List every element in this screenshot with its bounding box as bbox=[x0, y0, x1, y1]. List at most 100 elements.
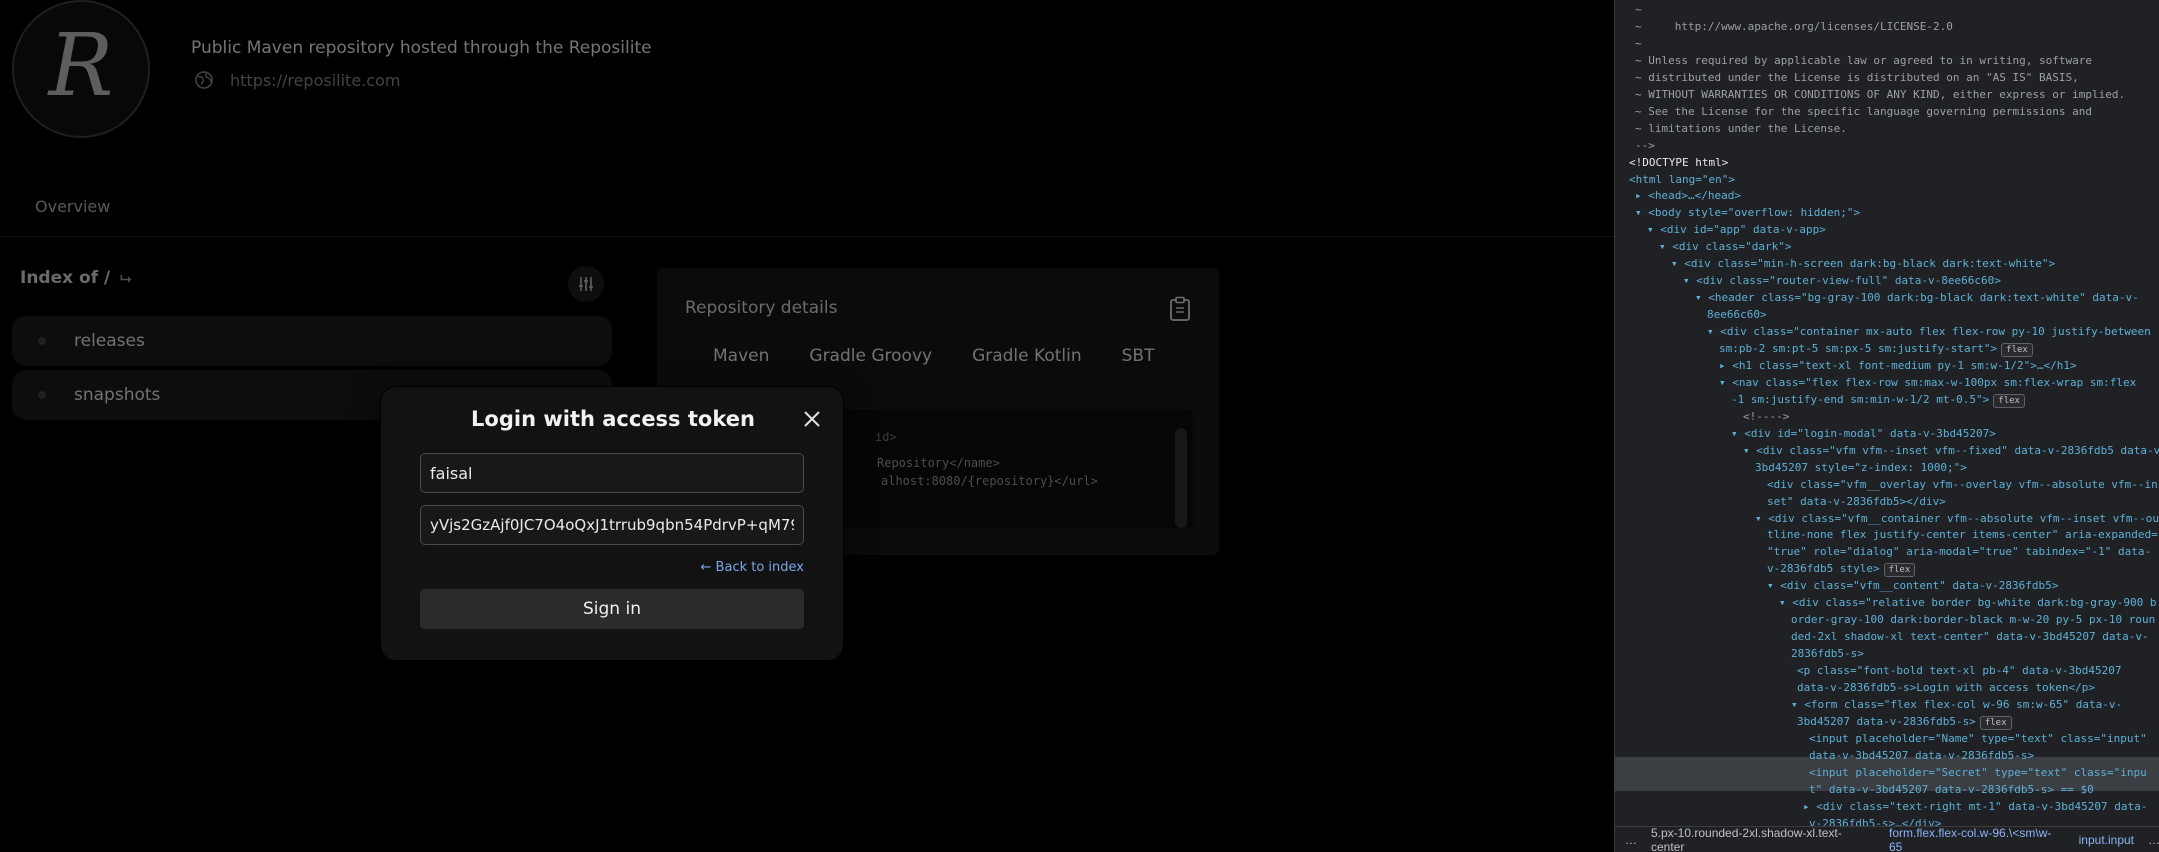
dom-tree-line[interactable]: order-gray-100 dark:border-black m-w-20 … bbox=[1791, 612, 2155, 628]
dom-tree-line[interactable]: t" data-v-3bd45207 data-v-2836fdb5-s> ==… bbox=[1809, 782, 2094, 798]
dom-tree-line[interactable]: ▾ <div id="app" data-v-app> bbox=[1647, 222, 1826, 238]
dom-tree-line-text: set" data-v-2836fdb5></div> bbox=[1767, 494, 1946, 508]
dom-tree-line-text: ~ WITHOUT WARRANTIES OR CONDITIONS OF AN… bbox=[1635, 87, 2126, 101]
reposilite-app: R Public Maven repository hosted through… bbox=[0, 0, 1614, 852]
dom-tree-line[interactable]: ▾ <div class="relative border bg-white d… bbox=[1779, 595, 2157, 611]
dom-tree-line[interactable]: "true" role="dialog" aria-modal="true" t… bbox=[1767, 544, 2151, 560]
dom-tree-line[interactable]: ▾ <nav class="flex flex-row sm:max-w-100… bbox=[1719, 375, 2136, 391]
dom-tree-line[interactable]: ▾ <div class="vfm__container vfm--absolu… bbox=[1755, 511, 2159, 527]
close-icon[interactable] bbox=[802, 409, 822, 429]
dom-tree-line-text: ▸ <h1 class="text-xl font-medium py-1 sm… bbox=[1719, 358, 2077, 372]
dom-tree-line[interactable]: ▾ <div class="vfm vfm--inset vfm--fixed"… bbox=[1743, 443, 2159, 459]
breadcrumb-form[interactable]: form.flex.flex-col.w-96.\<sm\w-65 bbox=[1889, 826, 2065, 852]
dom-tree-line-text: sm:pb-2 sm:pt-5 sm:px-5 sm:justify-start… bbox=[1719, 342, 1998, 355]
dom-tree-line-text: ▸ <head>…</head> bbox=[1635, 189, 1741, 203]
dom-tree-line-text: ▾ <div class="dark"> bbox=[1659, 240, 1792, 254]
dom-tree-line[interactable]: <!DOCTYPE html> bbox=[1629, 155, 1728, 171]
dom-tree-line[interactable]: ▾ <form class="flex flex-col w-96 sm:w-6… bbox=[1791, 697, 2122, 713]
dom-tree-line[interactable]: ▾ <body style="overflow: hidden;"> bbox=[1635, 205, 1860, 221]
dom-tree-line[interactable]: ▸ <head>…</head> bbox=[1635, 188, 1741, 204]
dom-tree-line[interactable]: ▾ <div class="router-view-full" data-v-8… bbox=[1683, 273, 2001, 289]
devtools-breadcrumb: … 5.px-10.rounded-2xl.shadow-xl.text-cen… bbox=[1615, 826, 2159, 852]
dom-tree-line-text: 3bd45207 data-v-2836fdb5-s> bbox=[1797, 714, 1976, 728]
dom-tree-line-text: ▸ <div class="text-right mt-1" data-v-3b… bbox=[1803, 799, 2148, 813]
flex-badge[interactable]: flex bbox=[1993, 393, 2025, 408]
modal-title: Login with access token bbox=[471, 407, 755, 431]
breadcrumb-more[interactable]: … bbox=[1625, 833, 1637, 847]
dom-tree-line-text: ▾ <div id="app" data-v-app> bbox=[1647, 223, 1826, 237]
dom-tree-line-text: order-gray-100 dark:border-black m-w-20 … bbox=[1791, 613, 2156, 627]
breadcrumb-input[interactable]: input.input bbox=[2079, 833, 2134, 847]
secret-input[interactable] bbox=[420, 505, 804, 545]
dom-tree-line[interactable]: ▸ <h1 class="text-xl font-medium py-1 sm… bbox=[1719, 358, 2077, 374]
dom-tree-line[interactable]: 8ee66c60> bbox=[1707, 307, 1767, 323]
flex-badge[interactable]: flex bbox=[1979, 715, 2012, 730]
dom-tree-line[interactable]: <!----> bbox=[1743, 409, 1789, 425]
dom-tree-line[interactable]: ▾ <div class="vfm__content" data-v-2836f… bbox=[1767, 578, 2058, 594]
dom-tree-line[interactable]: ▾ <div id="login-modal" data-v-3bd45207> bbox=[1731, 426, 1996, 442]
flex-badge[interactable]: flex bbox=[1883, 563, 1916, 578]
flex-badge[interactable]: flex bbox=[2001, 343, 2033, 357]
dom-tree-line[interactable]: data-v-2836fdb5-s>Login with access toke… bbox=[1797, 680, 2095, 696]
breadcrumb-modal-div[interactable]: 5.px-10.rounded-2xl.shadow-xl.text-cente… bbox=[1651, 826, 1875, 852]
devtools-panel: ~ ~ http://www.apache.org/licenses/LICENS… bbox=[1614, 0, 2159, 852]
dom-tree-line[interactable]: ~ distributed under the License is distr… bbox=[1635, 70, 2079, 86]
dom-tree-line[interactable]: ▾ <header class="bg-gray-100 dark:bg-bla… bbox=[1695, 290, 2139, 306]
dom-tree-line[interactable]: <html lang="en"> bbox=[1629, 172, 1735, 188]
dom-tree-line[interactable]: <p class="font-bold text-xl pb-4" data-v… bbox=[1797, 663, 2122, 679]
dom-tree-line[interactable]: ~ See the License for the specific langu… bbox=[1635, 104, 2092, 120]
back-to-index-link[interactable]: ← Back to index bbox=[701, 560, 804, 575]
dom-tree-line[interactable]: v-2836fdb5-s>…</div> bbox=[1809, 816, 1941, 826]
dom-tree-line[interactable]: <input placeholder="Name" type="text" cl… bbox=[1809, 731, 2147, 747]
dom-tree-line-text: v-2836fdb5 style> bbox=[1767, 562, 1880, 576]
dom-tree-line-text: ~ See the License for the specific langu… bbox=[1635, 104, 2092, 118]
dom-tree-line[interactable]: 3bd45207 style="z-index: 1000;"> bbox=[1755, 460, 1967, 476]
dom-tree-line[interactable]: ~ http://www.apache.org/licenses/LICENSE… bbox=[1635, 19, 1953, 35]
dom-tree-line[interactable]: ▾ <div class="dark"> bbox=[1659, 239, 1791, 255]
dom-tree-line[interactable]: <input placeholder="Secret" type="text" … bbox=[1809, 765, 2147, 781]
dom-tree-line-text: data-v-2836fdb5-s>Login with access toke… bbox=[1797, 681, 2096, 694]
dom-tree-line-text: ▾ <div class="vfm vfm--inset vfm--fixed"… bbox=[1743, 443, 2159, 457]
dom-tree-line[interactable]: 3bd45207 data-v-2836fdb5-s> flex bbox=[1797, 714, 2012, 730]
dom-tree-line[interactable]: ~ WITHOUT WARRANTIES OR CONDITIONS OF AN… bbox=[1635, 87, 2125, 103]
dom-tree-line[interactable]: ▾ <div class="container mx-auto flex fle… bbox=[1707, 324, 2151, 340]
dom-tree-line[interactable]: --> bbox=[1635, 138, 1655, 154]
dom-tree-line-text: 3bd45207 style="z-index: 1000;"> bbox=[1755, 460, 1967, 474]
dom-tree-line[interactable]: v-2836fdb5 style> flex bbox=[1767, 561, 1916, 578]
dom-tree-line-text: "true" role="dialog" aria-modal="true" t… bbox=[1767, 545, 2152, 559]
dom-tree-line[interactable]: ▸ <div class="text-right mt-1" data-v-3b… bbox=[1803, 799, 2147, 815]
dom-tree-line[interactable]: ~ limitations under the License. bbox=[1635, 121, 1847, 137]
dom-tree-line-text: <p class="font-bold text-xl pb-4" data-v… bbox=[1797, 664, 2122, 678]
dom-tree-line[interactable]: data-v-3bd45207 data-v-2836fdb5-s> bbox=[1809, 748, 2034, 764]
dom-tree-line[interactable]: ~ Unless required by applicable law or a… bbox=[1635, 53, 2092, 69]
dom-tree-line-text: ▾ <div class="vfm__content" data-v-2836f… bbox=[1767, 579, 2059, 593]
dom-tree-line-text: ~ bbox=[1635, 3, 1642, 16]
sign-in-button[interactable]: Sign in bbox=[420, 589, 804, 629]
dom-tree-line-text: ▾ <div id="login-modal" data-v-3bd45207> bbox=[1731, 426, 1996, 440]
dom-tree-line-text: ▾ <body style="overflow: hidden;"> bbox=[1635, 206, 1861, 220]
dom-tree-line[interactable]: sm:pb-2 sm:pt-5 sm:px-5 sm:justify-start… bbox=[1719, 341, 2033, 357]
breadcrumb-more-end[interactable]: … bbox=[2148, 833, 2159, 847]
dom-tree-line[interactable]: ~ bbox=[1635, 36, 1642, 52]
dom-tree-line[interactable]: 2836fdb5-s> bbox=[1791, 646, 1864, 662]
dom-tree-line-text: ▾ <form class="flex flex-col w-96 sm:w-6… bbox=[1791, 697, 2123, 711]
dom-tree-line-text: ▾ <header class="bg-gray-100 dark:bg-bla… bbox=[1695, 291, 2139, 305]
dom-tree-line-text: data-v-3bd45207 data-v-2836fdb5-s> bbox=[1809, 748, 2035, 762]
dom-tree-line[interactable]: ▾ <div class="min-h-screen dark:bg-black… bbox=[1671, 256, 2055, 272]
dom-tree-line-text: --> bbox=[1635, 138, 1655, 152]
dom-tree-line[interactable]: -1 sm:justify-end sm:min-w-1/2 mt-0.5"> f… bbox=[1731, 392, 2025, 408]
dom-tree-line[interactable]: tline-none flex justify-center items-cen… bbox=[1767, 527, 2158, 543]
login-modal: Login with access token ← Back to index … bbox=[380, 386, 844, 661]
dom-tree-line-text: ▾ <div class="vfm__container vfm--absolu… bbox=[1755, 511, 2159, 525]
dom-tree-line[interactable]: <div class="vfm__overlay vfm--overlay vf… bbox=[1767, 477, 2158, 493]
dom-tree-line-text: ▾ <div class="relative border bg-white d… bbox=[1779, 596, 2157, 610]
dom-tree-line[interactable]: ded-2xl shadow-xl text-center" data-v-3b… bbox=[1791, 629, 2149, 645]
dom-tree-line-text: 2836fdb5-s> bbox=[1791, 647, 1864, 661]
dom-tree-line-text: <html lang="en"> bbox=[1629, 172, 1735, 186]
dom-tree-line[interactable]: set" data-v-2836fdb5></div> bbox=[1767, 494, 1946, 510]
name-input[interactable] bbox=[420, 453, 804, 493]
dom-tree-line-text: <input placeholder="Name" type="text" cl… bbox=[1809, 731, 2147, 745]
dom-tree-line-text: <div class="vfm__overlay vfm--overlay vf… bbox=[1767, 477, 2158, 491]
dom-tree-line[interactable]: ~ bbox=[1635, 2, 1642, 18]
dom-tree-line-text: ded-2xl shadow-xl text-center" data-v-3b… bbox=[1791, 630, 2149, 644]
